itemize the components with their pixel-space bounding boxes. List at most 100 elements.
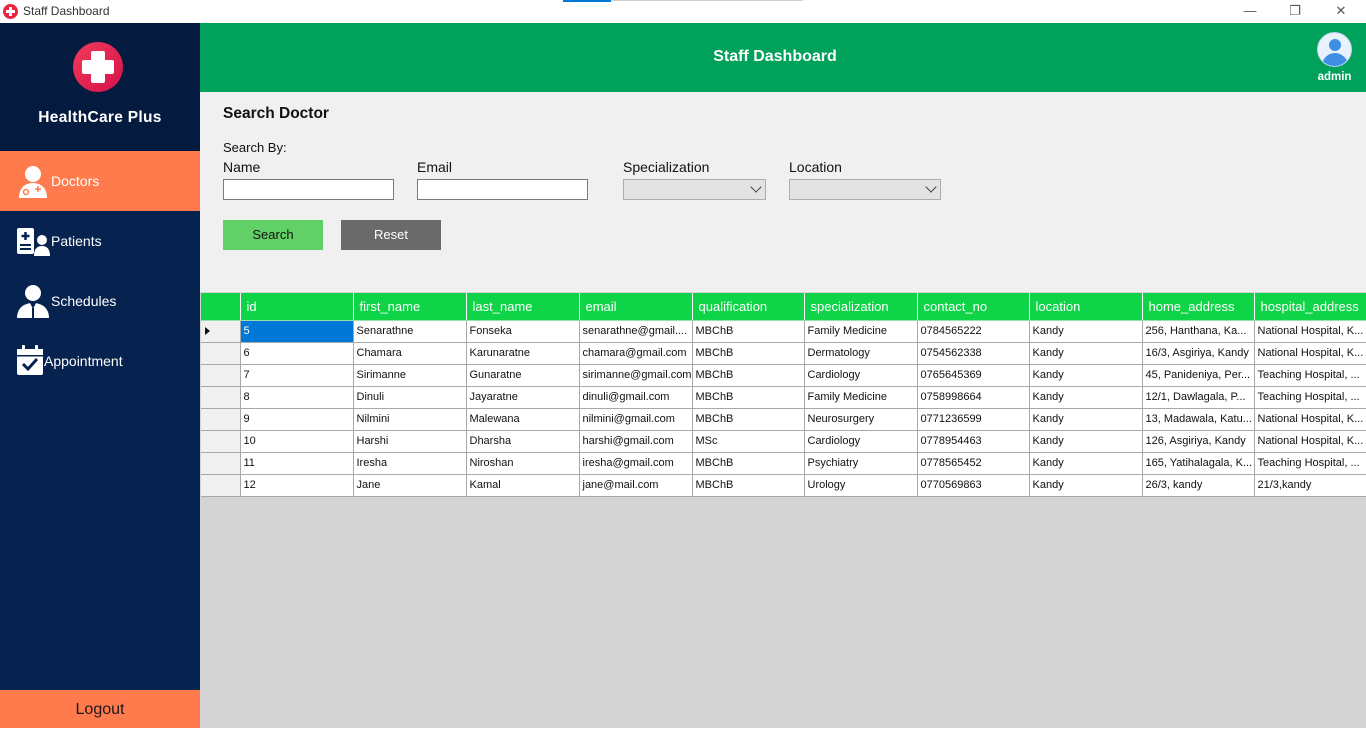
table-cell[interactable]: 0784565222 [917,320,1030,343]
table-cell[interactable]: Kamal [466,474,580,497]
table-cell[interactable]: 0771236599 [917,408,1030,431]
row-header[interactable] [201,364,241,387]
table-cell[interactable]: 0778954463 [917,430,1030,453]
table-cell[interactable]: MBChB [692,320,805,343]
row-header[interactable] [201,386,241,409]
column-header[interactable]: specialization [804,293,918,321]
table-row[interactable]: 11 Iresha Niroshan iresha@gmail.com MBChB Psy… [201,452,1366,475]
table-cell[interactable]: Senarathne [353,320,467,343]
table-cell[interactable]: dinuli@gmail.com [579,386,693,409]
table-cell[interactable]: Chamara [353,342,467,365]
column-header[interactable]: contact_no [917,293,1030,321]
table-cell[interactable]: 26/3, kandy [1142,474,1255,497]
table-cell[interactable]: Nilmini [353,408,467,431]
table-cell[interactable]: Gunaratne [466,364,580,387]
table-cell[interactable]: Urology [804,474,918,497]
table-cell[interactable]: MBChB [692,474,805,497]
table-cell[interactable]: MBChB [692,408,805,431]
sidebar-item-schedules[interactable]: Schedules [0,271,200,331]
table-row[interactable]: 6 Chamara Karunaratne chamara@gmail.com MBCh… [201,342,1366,365]
table-row[interactable]: 7 Sirimanne Gunaratne sirimanne@gmail.com MB… [201,364,1366,387]
column-header[interactable]: email [579,293,693,321]
table-cell[interactable]: 7 [240,364,354,387]
table-cell[interactable]: Kandy [1029,474,1143,497]
table-row[interactable]: 12 Jane Kamal jane@mail.com MBChB Urology 0770… [201,474,1366,497]
row-header[interactable] [201,320,241,343]
specialization-select[interactable] [623,179,766,200]
email-input[interactable] [417,179,588,200]
table-cell[interactable]: National Hospital, K... [1254,342,1366,365]
table-cell[interactable]: MBChB [692,452,805,475]
table-cell[interactable]: Cardiology [804,430,918,453]
table-row[interactable]: 8 Dinuli Jayaratne dinuli@gmail.com MBChB Fam… [201,386,1366,409]
column-header[interactable]: location [1029,293,1143,321]
table-cell[interactable]: 12/1, Dawlagala, P... [1142,386,1255,409]
table-cell[interactable]: iresha@gmail.com [579,452,693,475]
table-cell[interactable]: Jane [353,474,467,497]
column-header[interactable]: first_name [353,293,467,321]
row-header[interactable] [201,452,241,475]
table-cell[interactable]: 21/3,kandy [1254,474,1366,497]
row-header[interactable] [201,342,241,365]
table-cell[interactable]: Kandy [1029,452,1143,475]
maximize-button[interactable]: ❐ [1272,0,1318,23]
table-cell[interactable]: MSc [692,430,805,453]
column-header[interactable]: hospital_address [1254,293,1366,321]
table-cell[interactable]: 5 [240,320,354,343]
table-cell[interactable]: 12 [240,474,354,497]
table-cell[interactable]: Neurosurgery [804,408,918,431]
table-cell[interactable]: 165, Yatihalagala, K... [1142,452,1255,475]
row-header[interactable] [201,430,241,453]
table-cell[interactable]: MBChB [692,386,805,409]
column-header[interactable]: id [240,293,354,321]
table-cell[interactable]: Psychiatry [804,452,918,475]
table-cell[interactable]: National Hospital, K... [1254,408,1366,431]
table-cell[interactable]: 9 [240,408,354,431]
column-header[interactable]: last_name [466,293,580,321]
table-cell[interactable]: 0770569863 [917,474,1030,497]
table-cell[interactable]: Iresha [353,452,467,475]
sidebar-item-patients[interactable]: Patients [0,211,200,271]
table-cell[interactable]: 6 [240,342,354,365]
table-cell[interactable]: 8 [240,386,354,409]
logout-button[interactable]: Logout [0,690,200,728]
sidebar-item-doctors[interactable]: Doctors [0,151,200,211]
table-cell[interactable]: Malewana [466,408,580,431]
table-cell[interactable]: 0754562338 [917,342,1030,365]
table-cell[interactable]: Cardiology [804,364,918,387]
table-cell[interactable]: Dermatology [804,342,918,365]
table-cell[interactable]: Teaching Hospital, ... [1254,386,1366,409]
column-header[interactable]: qualification [692,293,805,321]
table-cell[interactable]: Kandy [1029,408,1143,431]
table-cell[interactable]: Family Medicine [804,320,918,343]
table-cell[interactable]: Niroshan [466,452,580,475]
table-cell[interactable]: 45, Panideniya, Per... [1142,364,1255,387]
table-cell[interactable]: National Hospital, K... [1254,320,1366,343]
location-select[interactable] [789,179,941,200]
table-cell[interactable]: Kandy [1029,320,1143,343]
name-input[interactable] [223,179,394,200]
table-cell[interactable]: chamara@gmail.com [579,342,693,365]
table-row[interactable]: 5 Senarathne Fonseka senarathne@gmail.... MB… [201,320,1366,343]
table-cell[interactable]: Teaching Hospital, ... [1254,364,1366,387]
row-header[interactable] [201,408,241,431]
table-cell[interactable]: Kandy [1029,430,1143,453]
table-cell[interactable]: Teaching Hospital, ... [1254,452,1366,475]
table-cell[interactable]: MBChB [692,342,805,365]
search-button[interactable]: Search [223,220,323,250]
minimize-button[interactable]: — [1227,0,1273,23]
row-header[interactable] [201,474,241,497]
table-cell[interactable]: MBChB [692,364,805,387]
table-cell[interactable]: Kandy [1029,386,1143,409]
table-cell[interactable]: 16/3, Asgiriya, Kandy [1142,342,1255,365]
sidebar-item-appointment[interactable]: Appointment [0,331,200,391]
table-cell[interactable]: Fonseka [466,320,580,343]
table-cell[interactable]: 11 [240,452,354,475]
table-row[interactable]: 9 Nilmini Malewana nilmini@gmail.com MBChB Ne… [201,408,1366,431]
table-cell[interactable]: 13, Madawala, Katu... [1142,408,1255,431]
table-cell[interactable]: Dinuli [353,386,467,409]
table-cell[interactable]: 0765645369 [917,364,1030,387]
table-cell[interactable]: nilmini@gmail.com [579,408,693,431]
table-cell[interactable]: Kandy [1029,342,1143,365]
table-cell[interactable]: 0758998664 [917,386,1030,409]
